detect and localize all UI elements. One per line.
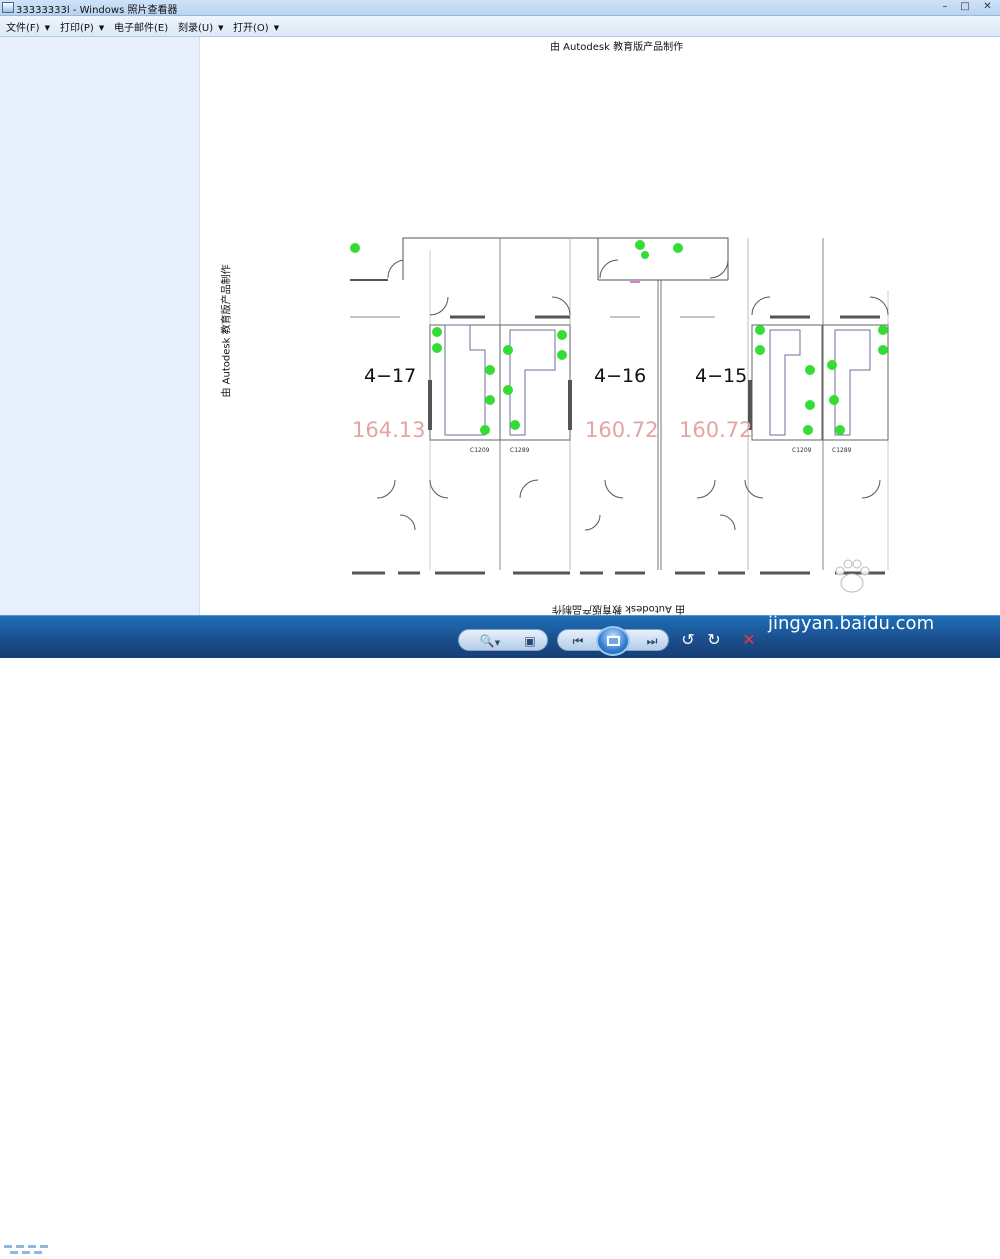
window-tag: C1209 bbox=[792, 447, 812, 454]
unit-name-label: 4−15 bbox=[695, 365, 748, 387]
unit-area-label: 160.72 bbox=[585, 418, 659, 442]
rotate-ccw-icon[interactable]: ↺ bbox=[678, 629, 698, 651]
chevron-down-icon: ▼ bbox=[44, 24, 50, 32]
menu-print-label: 打印(P) bbox=[60, 23, 94, 34]
baidu-paw-icon bbox=[835, 559, 870, 593]
baidu-url-text: jingyan.baidu.com bbox=[768, 613, 935, 634]
menu-print[interactable]: 打印(P) ▼ bbox=[60, 19, 104, 34]
minimize-button[interactable]: – bbox=[935, 0, 955, 14]
floor-plan-drawing: C1209 C1289 C1209 C1289 bbox=[350, 237, 889, 575]
menu-burn-label: 刻录(U) bbox=[178, 23, 214, 34]
baidu-jingyan-text: 经验 bbox=[880, 583, 937, 616]
next-button[interactable]: ⏭ bbox=[638, 630, 666, 652]
chevron-down-icon: ▼ bbox=[98, 24, 105, 32]
slideshow-icon bbox=[607, 636, 620, 646]
window-title: 33333333l - Windows 照片查看器 bbox=[16, 5, 178, 16]
taskbar-thumbnail-icon bbox=[4, 1245, 48, 1254]
window-tag: C1289 bbox=[832, 447, 852, 454]
maximize-button[interactable]: □ bbox=[955, 0, 975, 14]
viewer-background-left bbox=[0, 37, 200, 615]
menu-bar: 文件(F) ▼ 打印(P) ▼ 电子邮件(E) 刻录(U) ▼ 打开(O) ▼ bbox=[0, 16, 1000, 37]
previous-button[interactable]: ⏮ bbox=[564, 630, 592, 652]
watermark-side: 由 Autodesk 教育版产品制作 bbox=[221, 264, 233, 398]
fit-to-window-icon[interactable]: ▣ bbox=[519, 630, 541, 652]
close-window-button[interactable]: ✕ bbox=[975, 0, 1000, 14]
slideshow-button[interactable] bbox=[596, 626, 630, 656]
delete-icon[interactable]: ✕ bbox=[738, 629, 760, 651]
menu-email-label: 电子邮件(E) bbox=[114, 23, 169, 34]
menu-file[interactable]: 文件(F) ▼ bbox=[6, 19, 50, 34]
rotate-cw-icon[interactable]: ↻ bbox=[704, 629, 724, 651]
menu-email[interactable]: 电子邮件(E) bbox=[114, 19, 168, 34]
unit-name-label: 4−17 bbox=[364, 365, 417, 387]
watermark-top: 由 Autodesk 教育版产品制作 bbox=[550, 42, 684, 53]
zoom-group: 🔍▼ ▣ bbox=[458, 629, 548, 651]
chevron-down-icon: ▼ bbox=[218, 24, 224, 32]
chevron-down-icon: ▼ bbox=[273, 24, 280, 32]
window-tag: C1289 bbox=[510, 447, 530, 454]
unit-area-label: 164.13 bbox=[352, 418, 426, 442]
menu-file-label: 文件(F) bbox=[6, 23, 40, 34]
menu-burn[interactable]: 刻录(U) ▼ bbox=[178, 19, 224, 34]
unit-name-label: 4−16 bbox=[594, 365, 647, 387]
menu-open[interactable]: 打开(O) ▼ bbox=[233, 19, 279, 34]
photo-viewer-app-icon[interactable] bbox=[2, 2, 14, 13]
unit-area-label: 160.72 bbox=[679, 418, 753, 442]
window-tag: C1209 bbox=[470, 447, 490, 454]
zoom-button[interactable]: 🔍▼ bbox=[477, 630, 503, 652]
title-bar: 33333333l - Windows 照片查看器 – □ ✕ bbox=[0, 0, 1000, 16]
menu-open-label: 打开(O) bbox=[233, 23, 269, 34]
